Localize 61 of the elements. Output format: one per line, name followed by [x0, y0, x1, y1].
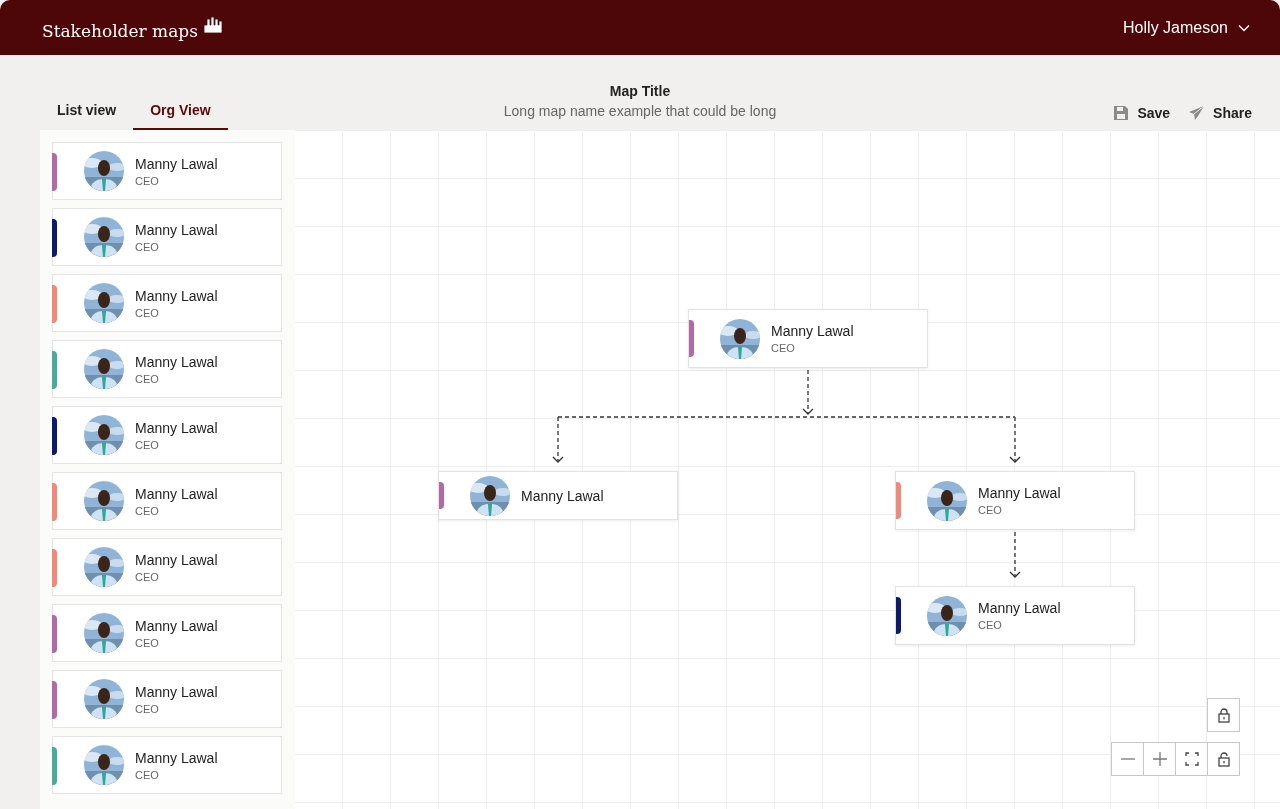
- person-card[interactable]: Manny Lawal CEO: [52, 538, 282, 596]
- fullscreen-icon: [1183, 751, 1200, 767]
- zoom-out-button[interactable]: [1111, 742, 1144, 776]
- person-name: Manny Lawal: [978, 485, 1061, 501]
- lock-button[interactable]: [1207, 698, 1240, 732]
- save-button[interactable]: Save: [1113, 105, 1171, 121]
- org-node[interactable]: Manny Lawal CEO: [688, 309, 928, 368]
- org-node[interactable]: Manny Lawal: [438, 471, 678, 520]
- person-role: CEO: [135, 504, 160, 517]
- person-name: Manny Lawal: [135, 683, 218, 700]
- person-role: CEO: [771, 342, 796, 354]
- person-card[interactable]: Manny Lawal CEO: [52, 406, 282, 464]
- person-role: CEO: [978, 504, 1003, 516]
- person-role: CEO: [135, 570, 160, 583]
- user-menu[interactable]: Holly Jameson: [1123, 18, 1250, 37]
- person-role: CEO: [135, 702, 160, 715]
- person-card[interactable]: Manny Lawal CEO: [52, 472, 282, 530]
- person-role: CEO: [135, 174, 160, 187]
- person-name: Manny Lawal: [135, 155, 218, 172]
- chevron-down-icon: [1238, 23, 1250, 32]
- person-name: Manny Lawal: [135, 551, 218, 568]
- person-card[interactable]: Manny Lawal CEO: [52, 274, 282, 332]
- person-role: CEO: [135, 240, 160, 253]
- person-role: CEO: [978, 619, 1003, 631]
- org-node[interactable]: Manny Lawal CEO: [895, 586, 1135, 645]
- paper-plane-icon: [1188, 105, 1206, 121]
- plus-icon: [1151, 751, 1168, 767]
- map-subtitle: Long map name example that could be long: [503, 103, 777, 119]
- map-title: Map Title: [609, 83, 671, 99]
- app-title: Stakeholder maps: [42, 20, 198, 41]
- minus-icon: [1120, 758, 1135, 760]
- person-card[interactable]: Manny Lawal CEO: [52, 736, 282, 794]
- person-role: CEO: [135, 372, 160, 385]
- person-role: CEO: [135, 768, 160, 781]
- zoom-in-button[interactable]: [1143, 742, 1176, 776]
- connector-drawing: [1009, 531, 1021, 578]
- person-name: Manny Lawal: [135, 353, 218, 370]
- person-name: Manny Lawal: [135, 287, 218, 304]
- person-card[interactable]: Manny Lawal CEO: [52, 208, 282, 266]
- person-name: Manny Lawal: [135, 221, 218, 238]
- view-tab[interactable]: List view: [40, 100, 134, 130]
- person-name: Manny Lawal: [521, 487, 604, 504]
- person-role: CEO: [135, 306, 160, 319]
- lock-icon: [1215, 707, 1232, 723]
- fit-view-button[interactable]: [1175, 742, 1208, 776]
- person-name: Manny Lawal: [135, 617, 218, 634]
- person-name: Manny Lawal: [771, 323, 854, 339]
- person-name: Manny Lawal: [135, 419, 218, 436]
- person-role: CEO: [135, 438, 160, 451]
- person-name: Manny Lawal: [135, 485, 218, 502]
- share-button[interactable]: Share: [1188, 105, 1252, 121]
- person-card[interactable]: Manny Lawal CEO: [52, 604, 282, 662]
- person-card[interactable]: Manny Lawal CEO: [52, 670, 282, 728]
- org-node[interactable]: Manny Lawal CEO: [895, 471, 1135, 530]
- person-card[interactable]: Manny Lawal CEO: [52, 340, 282, 398]
- lock-button[interactable]: [1207, 742, 1240, 776]
- unlocked-lock-icon: [1215, 751, 1232, 767]
- person-name: Manny Lawal: [978, 600, 1061, 616]
- person-card[interactable]: Manny Lawal CEO: [52, 142, 282, 200]
- person-role: CEO: [135, 636, 160, 649]
- person-name: Manny Lawal: [135, 749, 218, 766]
